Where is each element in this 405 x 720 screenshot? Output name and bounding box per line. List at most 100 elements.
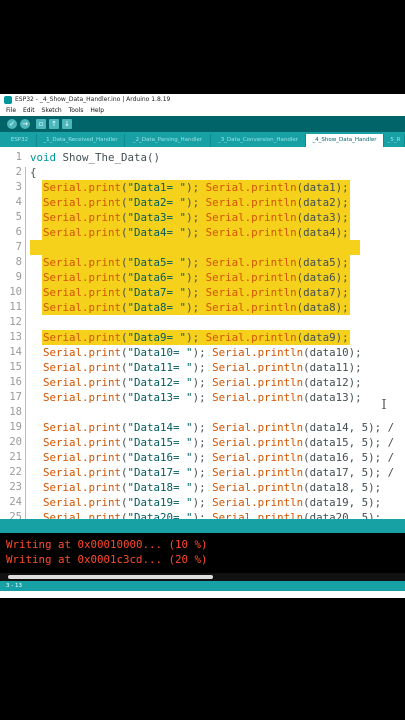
function-token: Serial.println — [212, 376, 304, 389]
code-line[interactable]: 24 Serial.print("Data19= "); Serial.prin… — [0, 495, 405, 510]
code-line[interactable]: 7 — [0, 240, 405, 255]
line-number: 4 — [15, 196, 22, 208]
function-token: Serial.print — [43, 376, 122, 389]
code-token: ); — [192, 451, 213, 464]
tab-show-data-handler[interactable]: _4_Show_Data_Handler — [306, 134, 384, 147]
code-token: ); — [192, 496, 213, 509]
menu-edit[interactable]: Edit — [23, 107, 35, 114]
string-token: "Data19= " — [127, 496, 193, 509]
code-text: Serial.print("Data1= "); Serial.println(… — [30, 180, 349, 195]
open-button[interactable]: ↑ — [49, 119, 59, 129]
function-token: Serial.print — [43, 301, 122, 314]
code-text: Serial.print("Data19= "); Serial.println… — [30, 495, 381, 510]
code-text: Serial.print("Data5= "); Serial.println(… — [30, 255, 349, 270]
function-token: Serial.print — [43, 211, 122, 224]
line-number: 15 — [9, 361, 22, 373]
code-line[interactable]: 22 Serial.print("Data17= "); Serial.prin… — [0, 465, 405, 480]
new-icon: ▫ — [38, 120, 44, 128]
code-token: (data10); — [303, 346, 362, 359]
function-token: Serial.println — [205, 271, 297, 284]
function-token: Serial.print — [43, 361, 122, 374]
tab-data-parsing-handler[interactable]: _2_Data_Parsing_Handler — [125, 134, 211, 147]
code-line[interactable]: 9 Serial.print("Data6= "); Serial.printl… — [0, 270, 405, 285]
function-token: Serial.print — [43, 271, 122, 284]
code-text: Serial.print("Data13= "); Serial.println… — [30, 390, 362, 405]
code-line[interactable]: 23 Serial.print("Data18= "); Serial.prin… — [0, 480, 405, 495]
code-line[interactable]: 20 Serial.print("Data15= "); Serial.prin… — [0, 435, 405, 450]
code-line[interactable]: 6 Serial.print("Data4= "); Serial.printl… — [0, 225, 405, 240]
string-token: "Data11= " — [127, 361, 193, 374]
code-line[interactable]: 10 Serial.print("Data7= "); Serial.print… — [0, 285, 405, 300]
string-token: "Data6= " — [127, 271, 187, 284]
function-token: Serial.println — [212, 451, 304, 464]
function-token: Serial.print — [43, 436, 122, 449]
toolbar: ✓ → ▫ ↑ ↓ — [0, 116, 405, 132]
code-token: (data2); — [296, 196, 349, 209]
code-line[interactable]: 21 Serial.print("Data16= "); Serial.prin… — [0, 450, 405, 465]
code-line[interactable]: 17 Serial.print("Data13= "); Serial.prin… — [0, 390, 405, 405]
line-number: 9 — [15, 271, 22, 283]
code-line[interactable]: 2{ — [0, 165, 405, 180]
code-token: ); — [186, 211, 206, 224]
string-token: "Data9= " — [127, 331, 187, 344]
code-line[interactable]: 1 void Show_The_Data() — [0, 150, 405, 165]
scrollbar-thumb[interactable] — [8, 575, 213, 579]
code-text: Serial.print("Data17= "); Serial.println… — [30, 465, 394, 480]
menu-tools[interactable]: Tools — [69, 107, 84, 114]
string-token: "Data7= " — [127, 286, 187, 299]
console-line: Writing at 0x0001c3cd... (20 %) — [6, 553, 208, 566]
code-token: (data5); — [296, 256, 349, 269]
tab-data-received-handler[interactable]: _1_Data_Received_Handler — [37, 134, 125, 147]
code-token: ); — [186, 271, 206, 284]
new-button[interactable]: ▫ — [36, 119, 46, 129]
line-number: 12 — [9, 316, 22, 328]
function-token: Serial.println — [212, 481, 304, 494]
function-token: Serial.print — [43, 256, 122, 269]
code-text: Serial.print("Data10= "); Serial.println… — [30, 345, 362, 360]
console-horizontal-scrollbar[interactable] — [0, 573, 405, 581]
menu-sketch[interactable]: Sketch — [42, 107, 62, 114]
string-token: "Data2= " — [127, 196, 187, 209]
verify-button[interactable]: ✓ — [7, 119, 17, 129]
code-line[interactable]: 18 — [0, 405, 405, 420]
code-line[interactable]: 5 Serial.print("Data3= "); Serial.printl… — [0, 210, 405, 225]
code-line[interactable]: 12 — [0, 315, 405, 330]
code-line[interactable]: 11 Serial.print("Data8= "); Serial.print… — [0, 300, 405, 315]
editor-console-divider[interactable] — [0, 519, 405, 533]
code-token: { — [30, 166, 37, 179]
function-token: Serial.print — [43, 466, 122, 479]
menu-help[interactable]: Help — [90, 107, 104, 114]
code-line[interactable]: 14 Serial.print("Data10= "); Serial.prin… — [0, 345, 405, 360]
code-line[interactable]: 25 Serial.print("Data20= "); Serial.prin… — [0, 510, 405, 519]
code-line[interactable]: 16 Serial.print("Data12= "); Serial.prin… — [0, 375, 405, 390]
line-number: 23 — [9, 481, 22, 493]
code-line[interactable]: 8 Serial.print("Data5= "); Serial.printl… — [0, 255, 405, 270]
function-token: Serial.print — [43, 391, 122, 404]
code-line[interactable]: 3 Serial.print("Data1= "); Serial.printl… — [0, 180, 405, 195]
code-line[interactable]: 19 Serial.print("Data14= "); Serial.prin… — [0, 420, 405, 435]
tab-next[interactable]: _5_R — [384, 134, 405, 147]
tab-data-conversion-handler[interactable]: _3_Data_Conversion_Handler — [211, 134, 306, 147]
code-line[interactable]: 13 Serial.print("Data9= "); Serial.print… — [0, 330, 405, 345]
save-icon: ↓ — [64, 120, 70, 128]
function-token: Serial.println — [205, 181, 297, 194]
open-icon: ↑ — [51, 120, 57, 128]
code-token: (data11); — [303, 361, 362, 374]
function-token: Serial.println — [212, 436, 304, 449]
code-token: ); — [186, 196, 206, 209]
code-token: (data1); — [296, 181, 349, 194]
code-token: (data19, 5); — [303, 496, 382, 509]
upload-button[interactable]: → — [20, 119, 30, 129]
code-line[interactable]: 15 Serial.print("Data11= "); Serial.prin… — [0, 360, 405, 375]
menu-bar: File Edit Sketch Tools Help — [0, 106, 405, 116]
code-line[interactable]: 4 Serial.print("Data2= "); Serial.printl… — [0, 195, 405, 210]
string-token: "Data5= " — [127, 256, 187, 269]
tab-esp32[interactable]: ESP32 — [3, 134, 37, 147]
menu-file[interactable]: File — [6, 107, 16, 114]
code-token: (data17, 5); / — [303, 466, 395, 479]
save-button[interactable]: ↓ — [62, 119, 72, 129]
string-token: "Data20= " — [127, 511, 193, 519]
code-editor[interactable]: 1 void Show_The_Data() 2{3 Serial.print("D… — [0, 147, 405, 519]
